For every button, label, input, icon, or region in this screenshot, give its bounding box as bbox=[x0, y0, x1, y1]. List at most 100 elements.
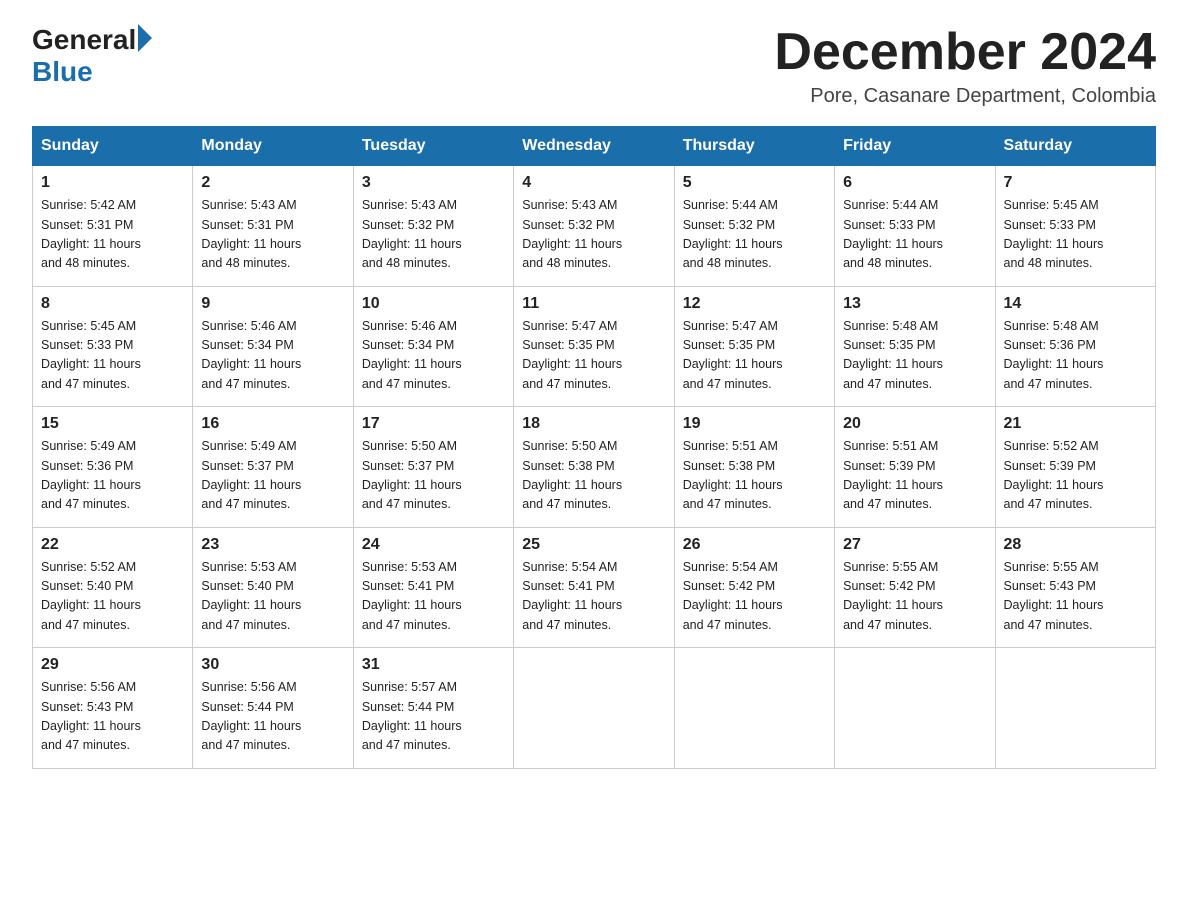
calendar-week-row: 29 Sunrise: 5:56 AMSunset: 5:43 PMDaylig… bbox=[33, 648, 1156, 769]
day-info: Sunrise: 5:47 AMSunset: 5:35 PMDaylight:… bbox=[683, 319, 783, 391]
table-row: 27 Sunrise: 5:55 AMSunset: 5:42 PMDaylig… bbox=[835, 527, 995, 648]
table-row: 29 Sunrise: 5:56 AMSunset: 5:43 PMDaylig… bbox=[33, 648, 193, 769]
calendar-week-row: 22 Sunrise: 5:52 AMSunset: 5:40 PMDaylig… bbox=[33, 527, 1156, 648]
day-info: Sunrise: 5:48 AMSunset: 5:35 PMDaylight:… bbox=[843, 319, 943, 391]
table-row: 14 Sunrise: 5:48 AMSunset: 5:36 PMDaylig… bbox=[995, 286, 1155, 407]
day-info: Sunrise: 5:53 AMSunset: 5:41 PMDaylight:… bbox=[362, 560, 462, 632]
col-tuesday: Tuesday bbox=[353, 127, 513, 166]
day-number: 16 bbox=[201, 415, 344, 433]
day-number: 17 bbox=[362, 415, 505, 433]
day-number: 22 bbox=[41, 536, 184, 554]
day-info: Sunrise: 5:43 AMSunset: 5:32 PMDaylight:… bbox=[522, 198, 622, 270]
month-title: December 2024 bbox=[774, 24, 1156, 81]
table-row: 24 Sunrise: 5:53 AMSunset: 5:41 PMDaylig… bbox=[353, 527, 513, 648]
day-number: 11 bbox=[522, 295, 665, 313]
table-row: 3 Sunrise: 5:43 AMSunset: 5:32 PMDayligh… bbox=[353, 166, 513, 287]
day-info: Sunrise: 5:55 AMSunset: 5:42 PMDaylight:… bbox=[843, 560, 943, 632]
day-number: 13 bbox=[843, 295, 986, 313]
day-number: 14 bbox=[1004, 295, 1147, 313]
col-saturday: Saturday bbox=[995, 127, 1155, 166]
table-row: 23 Sunrise: 5:53 AMSunset: 5:40 PMDaylig… bbox=[193, 527, 353, 648]
logo-blue-text: Blue bbox=[32, 56, 93, 88]
table-row bbox=[514, 648, 674, 769]
logo: General Blue bbox=[32, 24, 152, 88]
day-number: 23 bbox=[201, 536, 344, 554]
logo-arrow-icon bbox=[138, 24, 152, 52]
day-number: 31 bbox=[362, 656, 505, 674]
page-header: General Blue December 2024 Pore, Casanar… bbox=[32, 24, 1156, 108]
day-info: Sunrise: 5:55 AMSunset: 5:43 PMDaylight:… bbox=[1004, 560, 1104, 632]
title-block: December 2024 Pore, Casanare Department,… bbox=[774, 24, 1156, 108]
table-row: 20 Sunrise: 5:51 AMSunset: 5:39 PMDaylig… bbox=[835, 407, 995, 528]
table-row bbox=[835, 648, 995, 769]
table-row: 5 Sunrise: 5:44 AMSunset: 5:32 PMDayligh… bbox=[674, 166, 834, 287]
day-info: Sunrise: 5:44 AMSunset: 5:32 PMDaylight:… bbox=[683, 198, 783, 270]
table-row: 25 Sunrise: 5:54 AMSunset: 5:41 PMDaylig… bbox=[514, 527, 674, 648]
table-row: 21 Sunrise: 5:52 AMSunset: 5:39 PMDaylig… bbox=[995, 407, 1155, 528]
day-info: Sunrise: 5:57 AMSunset: 5:44 PMDaylight:… bbox=[362, 680, 462, 752]
day-number: 27 bbox=[843, 536, 986, 554]
calendar-week-row: 15 Sunrise: 5:49 AMSunset: 5:36 PMDaylig… bbox=[33, 407, 1156, 528]
day-info: Sunrise: 5:46 AMSunset: 5:34 PMDaylight:… bbox=[362, 319, 462, 391]
table-row bbox=[674, 648, 834, 769]
day-number: 9 bbox=[201, 295, 344, 313]
day-info: Sunrise: 5:51 AMSunset: 5:38 PMDaylight:… bbox=[683, 439, 783, 511]
table-row: 30 Sunrise: 5:56 AMSunset: 5:44 PMDaylig… bbox=[193, 648, 353, 769]
day-number: 26 bbox=[683, 536, 826, 554]
table-row: 1 Sunrise: 5:42 AMSunset: 5:31 PMDayligh… bbox=[33, 166, 193, 287]
table-row bbox=[995, 648, 1155, 769]
day-number: 7 bbox=[1004, 174, 1147, 192]
day-info: Sunrise: 5:49 AMSunset: 5:37 PMDaylight:… bbox=[201, 439, 301, 511]
day-number: 12 bbox=[683, 295, 826, 313]
day-number: 6 bbox=[843, 174, 986, 192]
day-info: Sunrise: 5:42 AMSunset: 5:31 PMDaylight:… bbox=[41, 198, 141, 270]
day-number: 2 bbox=[201, 174, 344, 192]
calendar-week-row: 1 Sunrise: 5:42 AMSunset: 5:31 PMDayligh… bbox=[33, 166, 1156, 287]
day-number: 29 bbox=[41, 656, 184, 674]
table-row: 13 Sunrise: 5:48 AMSunset: 5:35 PMDaylig… bbox=[835, 286, 995, 407]
table-row: 17 Sunrise: 5:50 AMSunset: 5:37 PMDaylig… bbox=[353, 407, 513, 528]
day-number: 18 bbox=[522, 415, 665, 433]
day-number: 5 bbox=[683, 174, 826, 192]
table-row: 15 Sunrise: 5:49 AMSunset: 5:36 PMDaylig… bbox=[33, 407, 193, 528]
day-number: 8 bbox=[41, 295, 184, 313]
day-info: Sunrise: 5:50 AMSunset: 5:38 PMDaylight:… bbox=[522, 439, 622, 511]
table-row: 9 Sunrise: 5:46 AMSunset: 5:34 PMDayligh… bbox=[193, 286, 353, 407]
table-row: 2 Sunrise: 5:43 AMSunset: 5:31 PMDayligh… bbox=[193, 166, 353, 287]
location-subtitle: Pore, Casanare Department, Colombia bbox=[774, 85, 1156, 108]
table-row: 31 Sunrise: 5:57 AMSunset: 5:44 PMDaylig… bbox=[353, 648, 513, 769]
day-info: Sunrise: 5:54 AMSunset: 5:41 PMDaylight:… bbox=[522, 560, 622, 632]
day-info: Sunrise: 5:49 AMSunset: 5:36 PMDaylight:… bbox=[41, 439, 141, 511]
logo-general-text: General bbox=[32, 24, 136, 56]
day-number: 19 bbox=[683, 415, 826, 433]
day-number: 15 bbox=[41, 415, 184, 433]
table-row: 7 Sunrise: 5:45 AMSunset: 5:33 PMDayligh… bbox=[995, 166, 1155, 287]
day-info: Sunrise: 5:53 AMSunset: 5:40 PMDaylight:… bbox=[201, 560, 301, 632]
day-info: Sunrise: 5:46 AMSunset: 5:34 PMDaylight:… bbox=[201, 319, 301, 391]
table-row: 16 Sunrise: 5:49 AMSunset: 5:37 PMDaylig… bbox=[193, 407, 353, 528]
table-row: 6 Sunrise: 5:44 AMSunset: 5:33 PMDayligh… bbox=[835, 166, 995, 287]
table-row: 28 Sunrise: 5:55 AMSunset: 5:43 PMDaylig… bbox=[995, 527, 1155, 648]
day-number: 21 bbox=[1004, 415, 1147, 433]
col-monday: Monday bbox=[193, 127, 353, 166]
col-thursday: Thursday bbox=[674, 127, 834, 166]
day-number: 1 bbox=[41, 174, 184, 192]
table-row: 19 Sunrise: 5:51 AMSunset: 5:38 PMDaylig… bbox=[674, 407, 834, 528]
day-info: Sunrise: 5:47 AMSunset: 5:35 PMDaylight:… bbox=[522, 319, 622, 391]
day-info: Sunrise: 5:54 AMSunset: 5:42 PMDaylight:… bbox=[683, 560, 783, 632]
day-info: Sunrise: 5:52 AMSunset: 5:39 PMDaylight:… bbox=[1004, 439, 1104, 511]
day-number: 24 bbox=[362, 536, 505, 554]
day-info: Sunrise: 5:56 AMSunset: 5:43 PMDaylight:… bbox=[41, 680, 141, 752]
table-row: 8 Sunrise: 5:45 AMSunset: 5:33 PMDayligh… bbox=[33, 286, 193, 407]
day-info: Sunrise: 5:56 AMSunset: 5:44 PMDaylight:… bbox=[201, 680, 301, 752]
table-row: 12 Sunrise: 5:47 AMSunset: 5:35 PMDaylig… bbox=[674, 286, 834, 407]
table-row: 10 Sunrise: 5:46 AMSunset: 5:34 PMDaylig… bbox=[353, 286, 513, 407]
calendar-table: Sunday Monday Tuesday Wednesday Thursday… bbox=[32, 126, 1156, 769]
day-number: 30 bbox=[201, 656, 344, 674]
day-info: Sunrise: 5:43 AMSunset: 5:31 PMDaylight:… bbox=[201, 198, 301, 270]
table-row: 18 Sunrise: 5:50 AMSunset: 5:38 PMDaylig… bbox=[514, 407, 674, 528]
day-info: Sunrise: 5:51 AMSunset: 5:39 PMDaylight:… bbox=[843, 439, 943, 511]
day-info: Sunrise: 5:44 AMSunset: 5:33 PMDaylight:… bbox=[843, 198, 943, 270]
table-row: 22 Sunrise: 5:52 AMSunset: 5:40 PMDaylig… bbox=[33, 527, 193, 648]
day-info: Sunrise: 5:45 AMSunset: 5:33 PMDaylight:… bbox=[41, 319, 141, 391]
